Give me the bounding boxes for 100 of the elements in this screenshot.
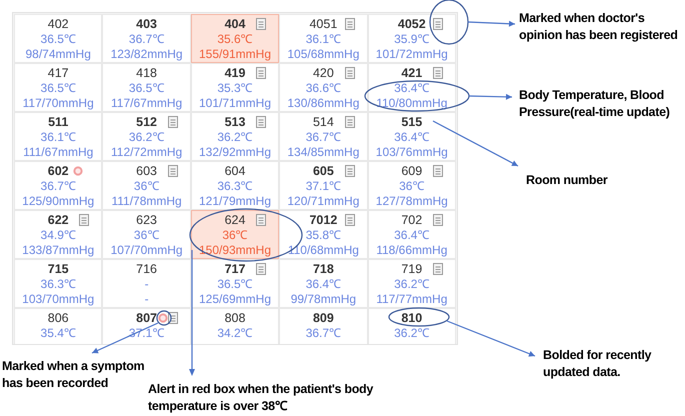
temperature: 35.4℃ [40, 326, 76, 341]
room-number: 702 [401, 213, 422, 228]
room-cell[interactable]: 403 36.7℃ 123/82mmHg [102, 14, 191, 63]
blood-pressure: 118/66mmHg [376, 243, 448, 258]
temperature: 36.4℃ [394, 81, 430, 96]
room-cell[interactable]: 4052 35.9℃ 101/72mmHg [368, 14, 456, 63]
temperature: 36℃ [222, 228, 248, 243]
temperature: 36.5℃ [40, 81, 76, 96]
blood-pressure: 98/74mmHg [26, 47, 91, 62]
annotation-text: Body Temperature, Blood Pressure(real-time update) [519, 87, 671, 121]
room-number: 806 [48, 311, 69, 326]
room-number: 809 [312, 311, 334, 326]
room-number: 4052 [398, 17, 426, 32]
blood-pressure: 99/78mmHg [290, 292, 356, 307]
room-cell[interactable]: 511 36.1℃ 111/67mmHg [14, 112, 102, 161]
room-cell[interactable]: 702 36.4℃ 118/66mmHg [368, 210, 456, 259]
temperature: 36.4℃ [394, 228, 430, 243]
temperature: 36.7℃ [128, 32, 164, 47]
room-cell[interactable]: 718 36.4℃ 99/78mmHg [279, 259, 368, 308]
room-cell[interactable]: 810 36.2℃ [368, 308, 456, 344]
room-cell[interactable]: 4051 36.1℃ 105/68mmHg [279, 14, 368, 63]
room-number: 603 [136, 164, 158, 179]
temperature: 36.2℃ [128, 130, 164, 145]
temperature: - [144, 277, 149, 292]
annotation-text: Bolded for recently updated data. [543, 347, 652, 381]
room-number: 418 [136, 66, 158, 81]
blood-pressure: 105/68mmHg [287, 47, 360, 62]
room-cell[interactable]: 513 36.2℃ 132/92mmHg [190, 112, 280, 161]
room-cell[interactable]: 622 34.9℃ 133/87mmHg [14, 210, 102, 259]
room-number: 421 [401, 66, 422, 81]
annotation-text: Marked when doctor's opinion has been registered [519, 10, 679, 44]
room-number: 4051 [309, 17, 338, 32]
blood-pressure: 150/93mmHg [198, 243, 272, 258]
blood-pressure: 120/71mmHg [287, 194, 360, 209]
blood-pressure: 103/76mmHg [376, 145, 448, 160]
room-cell[interactable]: 419 35.3℃ 101/71mmHg [190, 63, 280, 112]
room-cell[interactable]: 512 36.2℃ 112/72mmHg [102, 112, 191, 161]
blood-pressure: 117/77mmHg [376, 292, 448, 307]
highlight-ellipse [388, 307, 450, 327]
temperature: 37.1℃ [306, 179, 342, 194]
room-cell[interactable]: 514 36.7℃ 134/85mmHg [279, 112, 368, 161]
room-number: 807 [136, 311, 158, 326]
blood-pressure: 133/87mmHg [22, 243, 94, 258]
temperature: 35.3℃ [217, 81, 253, 96]
room-number: 402 [48, 17, 69, 32]
room-number: 403 [136, 17, 158, 32]
alert-room-cell[interactable]: 404 35.6℃ 155/91mmHg [190, 14, 280, 63]
temperature: 36.2℃ [394, 326, 430, 341]
room-number: 609 [401, 164, 422, 179]
blood-pressure: 123/82mmHg [110, 47, 183, 62]
blood-pressure: 101/72mmHg [376, 47, 448, 62]
room-cell[interactable]: 417 36.5℃ 117/70mmHg [14, 63, 102, 112]
blood-pressure: 112/72mmHg [111, 145, 182, 160]
room-number: 718 [312, 262, 334, 277]
room-cell[interactable]: 515 36.4℃ 103/76mmHg [368, 112, 456, 161]
blood-pressure: 117/70mmHg [22, 96, 94, 111]
room-number: 514 [312, 115, 334, 130]
blood-pressure: 117/67mmHg [111, 96, 182, 111]
temperature: 35.8℃ [306, 228, 342, 243]
room-number: 512 [136, 115, 158, 130]
room-cell[interactable]: 716 - - [102, 259, 191, 308]
room-cell[interactable]: 421 36.4℃ 110/80mmHg [368, 63, 456, 112]
room-cell[interactable]: 420 36.6℃ 130/86mmHg [279, 63, 368, 112]
temperature: 36.5℃ [217, 277, 253, 292]
room-number: 623 [136, 213, 158, 228]
room-number: 602 [48, 164, 69, 179]
temperature: 36.2℃ [394, 277, 430, 292]
blood-pressure: 101/71mmHg [198, 96, 272, 111]
blood-pressure: 111/67mmHg [23, 145, 94, 160]
room-number: 624 [224, 213, 246, 228]
temperature: 36.1℃ [306, 32, 342, 47]
temperature: 36.3℃ [217, 179, 253, 194]
room-number: 605 [312, 164, 334, 179]
temperature: 36.4℃ [306, 277, 342, 292]
temperature: 36.3℃ [40, 277, 76, 292]
room-cell[interactable]: 609 36℃ 127/78mmHg [368, 161, 456, 210]
room-cell[interactable]: 402 36.5℃ 98/74mmHg [14, 14, 102, 63]
room-cell[interactable]: 719 36.2℃ 117/77mmHg [368, 259, 456, 308]
room-cell[interactable]: 418 36.5℃ 117/67mmHg [102, 63, 191, 112]
room-cell[interactable]: 808 34.2℃ [190, 308, 280, 344]
room-cell[interactable]: 604 36.3℃ 121/79mmHg [190, 161, 280, 210]
arrow [468, 20, 516, 27]
room-cell[interactable]: 717 36.5℃ 125/69mmHg [190, 259, 280, 308]
alert-room-cell[interactable]: 624 36℃ 150/93mmHg [190, 210, 280, 259]
room-cell[interactable]: 7012 35.8℃ 110/68mmHg [279, 210, 368, 259]
blood-pressure: - [144, 292, 149, 307]
room-cell[interactable]: 605 37.1℃ 120/71mmHg [279, 161, 368, 210]
room-cell[interactable]: 806 35.4℃ [14, 308, 102, 344]
room-cell[interactable]: 603 36℃ 111/78mmHg [102, 161, 191, 210]
temperature: 36.1℃ [40, 130, 76, 145]
room-cell[interactable]: 715 36.3℃ 103/70mmHg [14, 259, 102, 308]
blood-pressure: 110/68mmHg [288, 243, 359, 258]
temperature: 36.2℃ [217, 130, 253, 145]
blood-pressure: 130/86mmHg [287, 96, 360, 111]
room-cell[interactable]: 623 36℃ 107/70mmHg [102, 210, 191, 259]
blood-pressure: 125/90mmHg [22, 194, 94, 209]
temperature: 36℃ [134, 228, 160, 243]
room-cell[interactable]: 809 36.7℃ [279, 308, 368, 344]
room-number: 604 [224, 164, 246, 179]
room-cell[interactable]: 602 36.7℃ 125/90mmHg [14, 161, 102, 210]
